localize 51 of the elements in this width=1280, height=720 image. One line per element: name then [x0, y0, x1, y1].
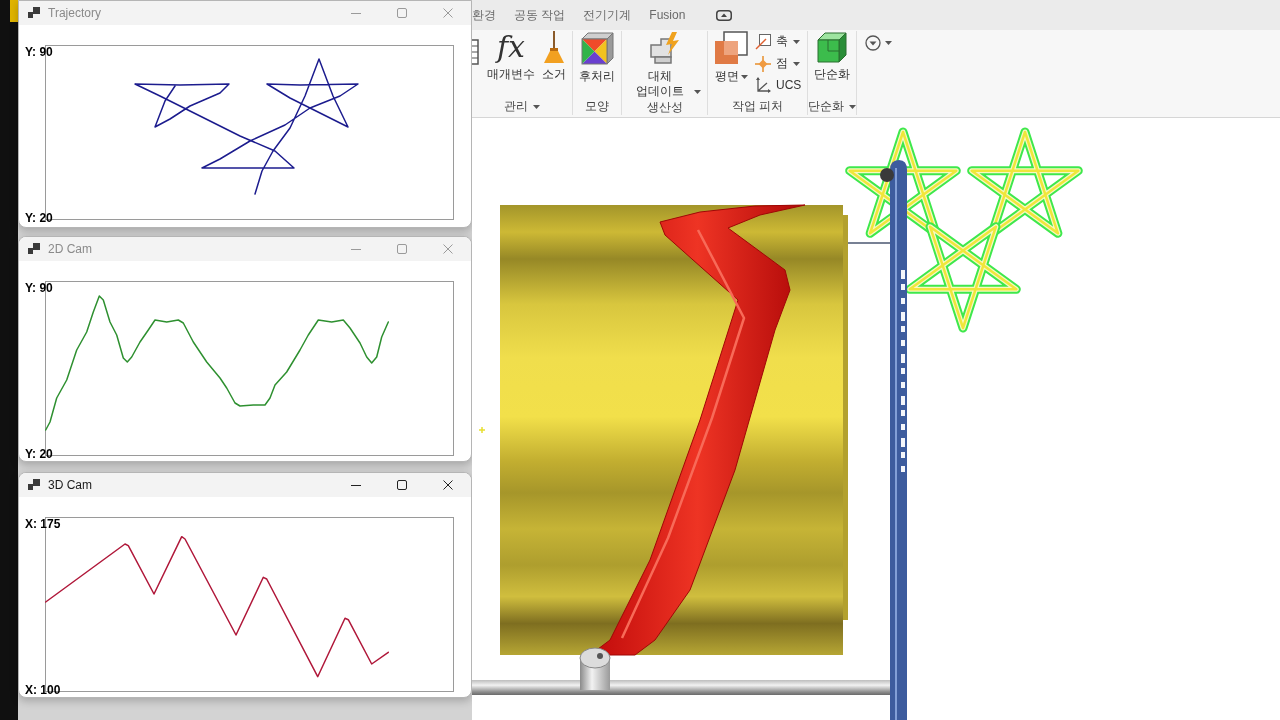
ribbon-button[interactable]: 축: [755, 33, 802, 50]
window-icon: [28, 479, 40, 491]
caret-icon: [793, 61, 800, 66]
ribbon-tab[interactable]: 전기기계: [574, 4, 641, 26]
ribbon-button[interactable]: fx 매개변수: [487, 31, 535, 82]
axes-icon: [755, 77, 771, 93]
ribbon-tab[interactable]: 환경: [472, 4, 505, 26]
window-edge-tile: [10, 0, 18, 22]
connector-line: [847, 242, 891, 244]
axis-max-label: Y: 90: [25, 46, 53, 58]
group-menu-button[interactable]: 관리: [504, 98, 540, 115]
ribbon-tab[interactable]: 공동 작업: [505, 4, 575, 26]
ribbon-button[interactable]: 대체 업데이트: [628, 31, 701, 99]
ribbon-button[interactable]: UCS: [755, 77, 802, 93]
ribbon-tab[interactable]: Fusion: [640, 4, 695, 26]
axis-min-label: Y: 20: [25, 212, 53, 224]
caret-icon: [885, 41, 893, 45]
axis-min-label: Y: 20: [25, 448, 53, 460]
caret-icon: [849, 104, 857, 109]
block-icon: [816, 31, 849, 63]
axis-max-label: X: 175: [25, 518, 61, 530]
group-label: 작업 피처: [732, 98, 784, 115]
fx-icon: fx: [497, 31, 525, 63]
window-icon: [28, 7, 40, 19]
window-title: 3D Cam: [48, 478, 93, 492]
ribbon-button[interactable]: 점: [755, 55, 802, 72]
axis-icon: [755, 33, 771, 50]
group-menu-button[interactable]: 단순화: [808, 98, 857, 115]
window-title: 2D Cam: [48, 242, 93, 256]
point-icon: [755, 55, 771, 72]
caret-icon: [740, 75, 748, 79]
maximize-icon[interactable]: [397, 480, 407, 490]
group-label: 생산성: [646, 99, 683, 116]
ribbon-button[interactable]: 후처리: [579, 31, 615, 84]
ribbon-button[interactable]: 단순화: [814, 31, 851, 82]
ribbon-button[interactable]: 소거: [542, 31, 566, 82]
table-icon[interactable]: [472, 39, 480, 65]
close-icon[interactable]: [443, 480, 453, 490]
window-title: Trajectory: [48, 6, 102, 20]
circle-down-icon: [865, 35, 882, 51]
axis-min-label: X: 100: [25, 684, 61, 696]
window-icon: [28, 243, 40, 255]
group-label: 모양: [585, 98, 609, 115]
broom-icon: [543, 31, 565, 63]
caret-icon: [694, 90, 701, 94]
ribbon-button[interactable]: 평면: [714, 31, 748, 84]
caret-icon: [533, 104, 540, 109]
plus-marker-icon: [478, 426, 486, 434]
caret-icon: [793, 39, 800, 44]
axis-max-label: Y: 90: [25, 282, 53, 294]
follower-pin: [579, 647, 611, 690]
